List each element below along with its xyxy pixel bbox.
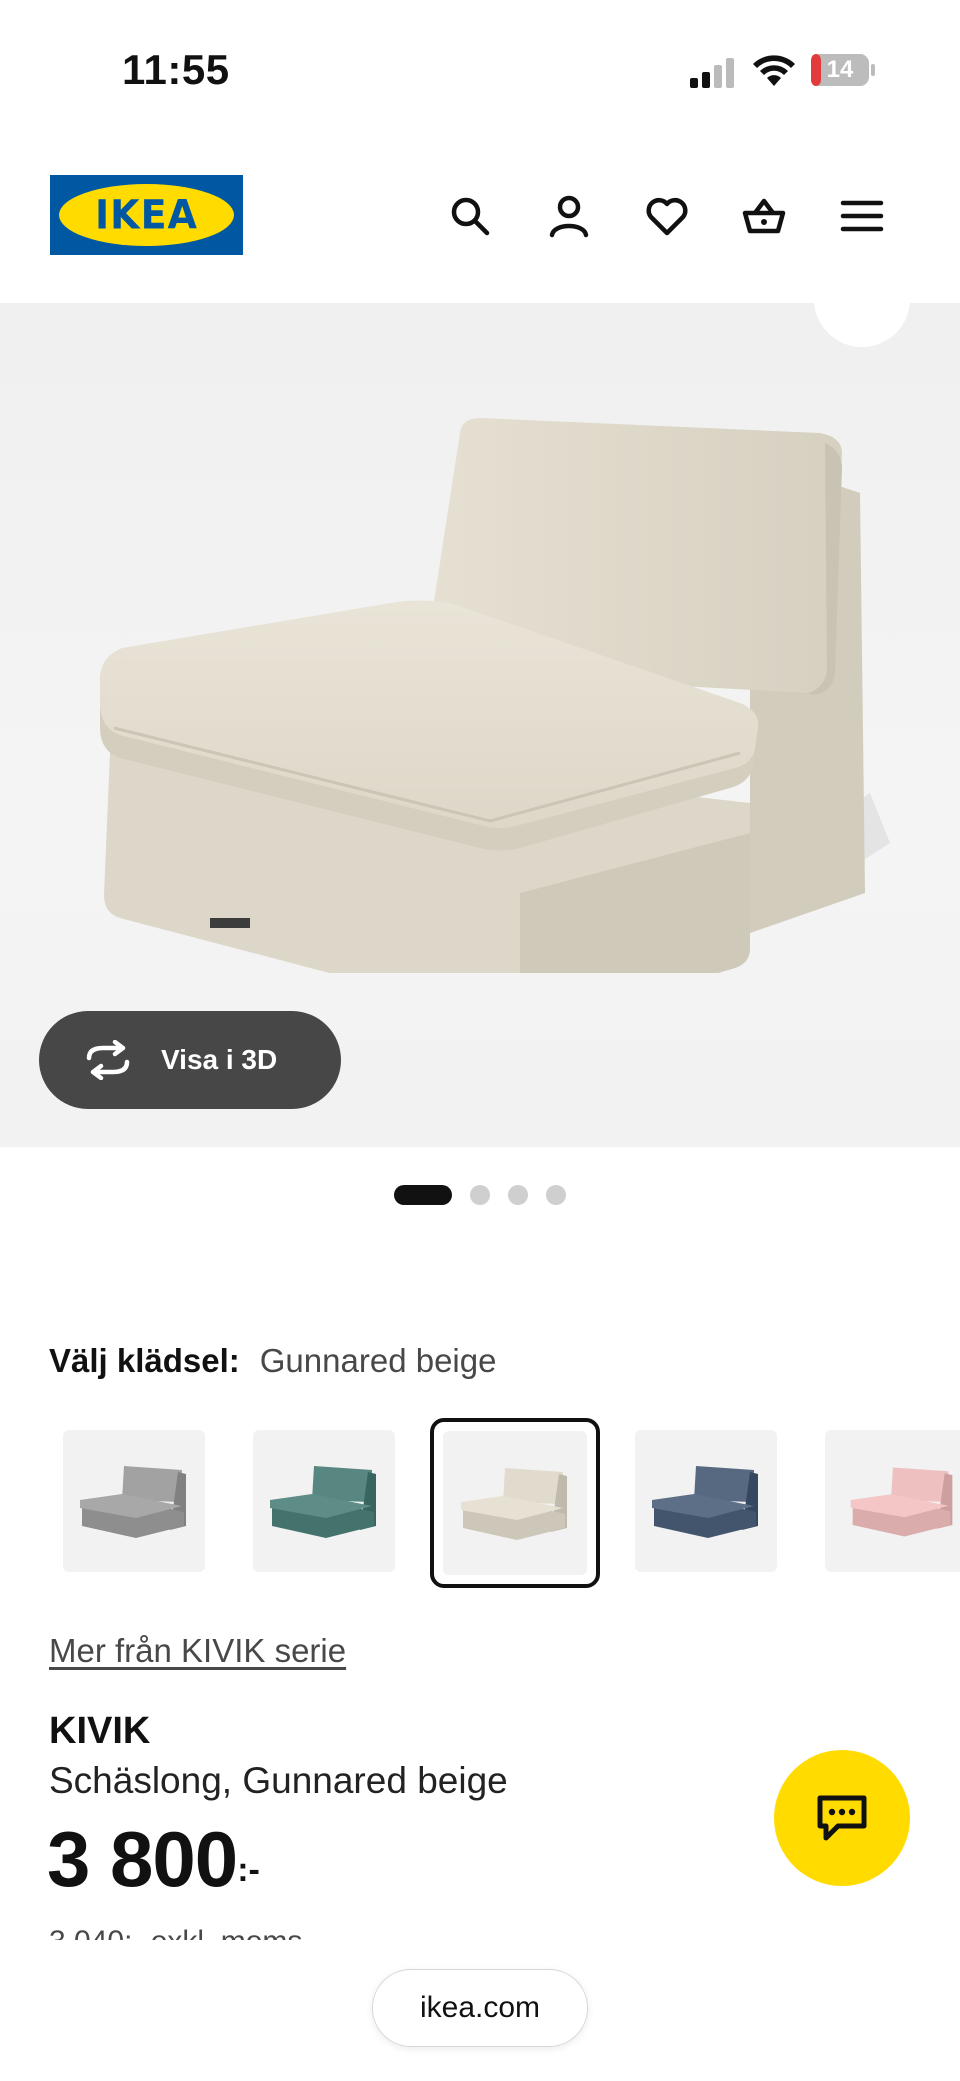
chaise-longue-image (99, 418, 890, 973)
fabric-swatch-grey[interactable] (63, 1430, 205, 1572)
fabric-selected-value: Gunnared beige (259, 1342, 497, 1379)
fabric-swatch-beige-selected[interactable] (430, 1418, 600, 1588)
product-name: KIVIK (49, 1710, 151, 1752)
shopping-basket-icon[interactable] (738, 190, 790, 242)
favorites-heart-icon[interactable] (641, 190, 693, 242)
view-3d-button[interactable]: Visa i 3D (39, 1011, 341, 1109)
battery-level: 14 (826, 56, 854, 83)
chaise-thumbnail (850, 1467, 953, 1537)
fabric-swatch-blue[interactable] (635, 1430, 777, 1572)
chaise-thumbnail (270, 1466, 376, 1538)
hero-overlay-button[interactable] (814, 303, 910, 347)
search-icon[interactable] (444, 190, 496, 242)
price-amount: 3 800 (47, 1815, 238, 1903)
chat-button[interactable] (774, 1750, 910, 1886)
fabric-label: Välj klädsel: (49, 1342, 240, 1379)
battery-icon: 14 (810, 53, 876, 87)
logo-text: IKEA (95, 191, 198, 239)
fabric-swatch-pink[interactable] (825, 1430, 960, 1572)
fabric-selector-heading: Välj klädsel: Gunnared beige (49, 1342, 496, 1380)
chaise-thumbnail (652, 1466, 758, 1538)
product-description: Schäslong, Gunnared beige (49, 1760, 508, 1801)
carousel-dot-active[interactable] (394, 1185, 452, 1205)
carousel-dot[interactable] (546, 1185, 566, 1205)
carousel-dot[interactable] (470, 1185, 490, 1205)
view-3d-label: Visa i 3D (161, 1044, 278, 1075)
ikea-logo[interactable]: IKEA (50, 175, 243, 255)
price-suffix: :- (237, 1851, 260, 1889)
price-excl-vat: 3 040:- exkl. moms (49, 1920, 302, 1940)
status-time: 11:55 (122, 46, 230, 93)
carousel-indicator (0, 1185, 960, 1205)
carousel-dot[interactable] (508, 1185, 528, 1205)
chaise-thumbnail (80, 1466, 186, 1538)
chaise-thumbnail (461, 1468, 567, 1540)
logo-oval: IKEA (59, 184, 234, 246)
wifi-icon (753, 55, 795, 86)
series-link[interactable]: Mer från KIVIK serie (49, 1632, 346, 1670)
product-image-carousel[interactable]: Visa i 3D (0, 303, 960, 1147)
menu-hamburger-icon[interactable] (836, 190, 888, 242)
cellular-signal-icon (690, 58, 734, 88)
fabric-swatch-turquoise[interactable] (253, 1430, 395, 1572)
browser-url-bar[interactable]: ikea.com (372, 1969, 588, 2047)
site-header: IKEA (0, 140, 960, 303)
product-price: 3 800 :- (47, 1820, 260, 1898)
swatch-inner (443, 1431, 587, 1575)
chat-icon (817, 1795, 867, 1841)
account-icon[interactable] (543, 190, 595, 242)
fabric-swatch-list (0, 1418, 960, 1588)
status-bar: 11:55 14 (0, 0, 960, 140)
rotate-3d-icon (86, 1040, 130, 1080)
